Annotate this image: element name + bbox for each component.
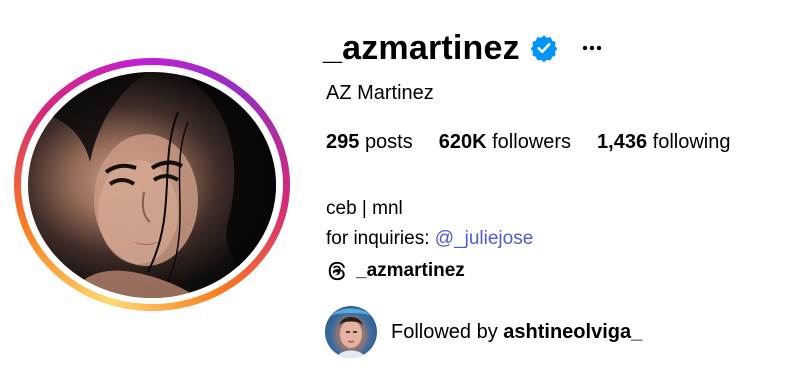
- followed-by-prefix: Followed by: [391, 320, 504, 343]
- profile-bio: ceb | mnl for inquiries: @_juliejose _az…: [326, 194, 533, 286]
- bio-mention-link[interactable]: @_juliejose: [435, 228, 534, 249]
- profile-stats: 295 posts 620K followers 1,436 following: [326, 131, 731, 154]
- threads-handle: _azmartinez: [356, 260, 465, 281]
- followed-by-name[interactable]: ashtineolviga_: [503, 321, 642, 343]
- verified-badge-icon: [530, 34, 558, 62]
- profile-avatar[interactable]: [28, 71, 276, 298]
- profile-avatar-gap: [21, 65, 283, 304]
- threads-icon: [328, 261, 346, 281]
- follower-photo-illustration: [331, 308, 371, 358]
- profile-full-name: AZ Martinez: [326, 82, 434, 104]
- profile-avatar-ring[interactable]: [14, 58, 290, 311]
- username-row: _azmartinez: [323, 24, 604, 72]
- following-label: following: [652, 131, 731, 153]
- posts-label: posts: [364, 131, 413, 153]
- followers-stat[interactable]: 620K followers: [439, 131, 571, 154]
- more-options-icon[interactable]: [580, 36, 604, 60]
- threads-link[interactable]: _azmartinez: [326, 256, 533, 286]
- bio-inquiries-prefix: for inquiries:: [326, 228, 435, 249]
- following-stat[interactable]: 1,436 following: [597, 131, 730, 154]
- followers-count: 620K: [438, 131, 487, 153]
- bio-line-inquiries: for inquiries: @_juliejose: [326, 224, 533, 254]
- followed-by-text: Followed by ashtineolviga_: [391, 321, 642, 344]
- profile-photo-illustration: [28, 71, 276, 298]
- followed-by-row[interactable]: Followed by ashtineolviga_: [325, 306, 642, 358]
- following-count: 1,436: [597, 131, 648, 153]
- posts-count: 295: [326, 131, 360, 153]
- profile-username: _azmartinez: [323, 28, 520, 67]
- followers-label: followers: [492, 131, 572, 153]
- posts-stat[interactable]: 295 posts: [326, 131, 413, 154]
- bio-line-location: ceb | mnl: [326, 198, 403, 219]
- follower-avatar[interactable]: [325, 306, 377, 358]
